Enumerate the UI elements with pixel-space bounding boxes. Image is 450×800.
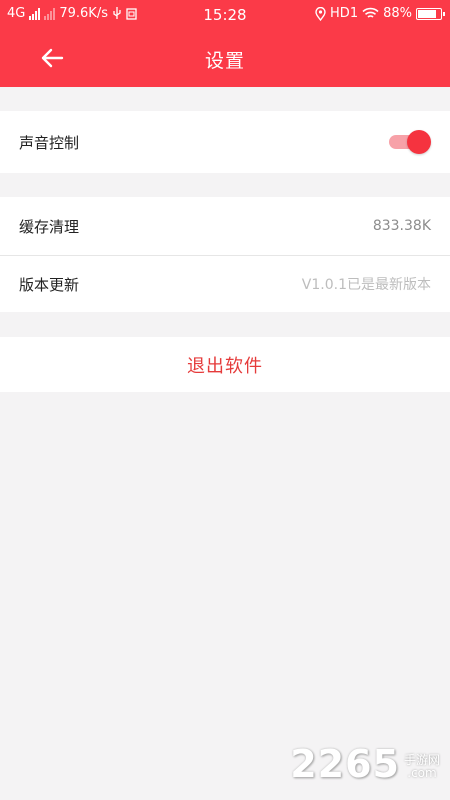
cache-size-value: 833.38K bbox=[372, 218, 431, 234]
wifi-icon bbox=[362, 7, 379, 18]
version-update-label: 版本更新 bbox=[19, 275, 80, 294]
sound-control-row: 声音控制 bbox=[0, 111, 450, 173]
cache-clear-row[interactable]: 缓存清理 833.38K bbox=[0, 197, 450, 255]
version-status-value: V1.0.1已是最新版本 bbox=[301, 277, 431, 293]
battery-percent: 88% bbox=[383, 6, 412, 21]
page-title: 设置 bbox=[204, 50, 245, 72]
hd-label: HD1 bbox=[330, 6, 359, 21]
nav-bar: 设置 bbox=[0, 30, 450, 87]
version-update-row[interactable]: 版本更新 V1.0.1已是最新版本 bbox=[0, 256, 450, 312]
watermark-logo: 2265 手游网 .com bbox=[290, 742, 440, 786]
sound-control-label: 声音控制 bbox=[19, 133, 80, 152]
logout-button[interactable]: 退出软件 bbox=[0, 337, 450, 392]
sound-toggle[interactable] bbox=[389, 130, 431, 154]
battery-fill bbox=[418, 9, 436, 18]
location-icon bbox=[315, 6, 326, 21]
status-right: HD1 88% bbox=[315, 6, 445, 21]
status-bar: 4G 79.6K/s 15:28 HD1 88% bbox=[0, 0, 450, 30]
battery-icon bbox=[416, 7, 445, 20]
watermark-brand: 2265 bbox=[290, 742, 400, 786]
app-header: 4G 79.6K/s 15:28 HD1 88% 设置 bbox=[0, 0, 450, 87]
watermark-sub: 手游网 .com bbox=[404, 754, 440, 780]
watermark-sub-line2: .com bbox=[407, 766, 437, 780]
cache-clear-label: 缓存清理 bbox=[19, 217, 80, 236]
watermark-sub-line1: 手游网 bbox=[403, 753, 440, 767]
toggle-knob bbox=[407, 130, 431, 154]
